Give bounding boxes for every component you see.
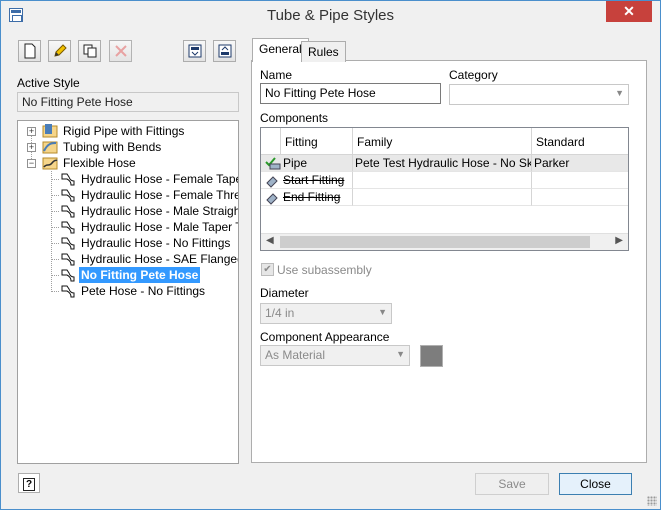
tree-style-label: Pete Hose - No Fittings [81, 284, 206, 298]
flexible-hose-folder-icon [42, 157, 58, 170]
fitting-component-icon [266, 176, 278, 188]
scrollbar-thumb[interactable] [280, 236, 590, 248]
help-button[interactable]: ? [18, 473, 40, 493]
scroll-right-arrow-icon[interactable]: ▶ [615, 235, 623, 246]
active-style-field: No Fitting Pete Hose [17, 92, 239, 112]
components-label: Components [260, 111, 329, 125]
hose-style-icon [61, 221, 75, 234]
copy-icon [83, 44, 96, 58]
tree-style-label: Hydraulic Hose - Male Straight Th [81, 204, 238, 218]
tree-style-label: Hydraulic Hose - SAE Flanged Co [81, 252, 238, 266]
chevron-down-icon: ▼ [615, 88, 624, 98]
new-style-button[interactable] [18, 40, 41, 62]
components-horizontal-scrollbar[interactable]: ◀ ▶ [261, 233, 628, 250]
pencil-icon [53, 44, 67, 57]
hose-style-icon [61, 253, 75, 266]
table-row-start-fitting[interactable]: Start Fitting [261, 172, 353, 189]
hose-style-icon [61, 205, 75, 218]
column-header-standard[interactable]: Standard [532, 128, 628, 155]
standard-cell[interactable] [532, 189, 628, 206]
component-appearance-label: Component Appearance [260, 330, 390, 344]
tree-style-label: No Fitting Pete Hose [79, 267, 201, 283]
style-tree[interactable]: + Rigid Pipe with Fittings + Tubing with… [17, 120, 239, 464]
copy-style-button[interactable] [78, 40, 101, 62]
tab-rules[interactable]: Rules [301, 41, 346, 62]
tubing-folder-icon [42, 141, 58, 154]
style-name-field[interactable]: No Fitting Pete Hose [260, 83, 441, 104]
scroll-left-arrow-icon[interactable]: ◀ [266, 235, 274, 246]
window-title: Tube & Pipe Styles [266, 7, 394, 24]
help-icon: ? [23, 478, 35, 491]
fitting-cell: End Fitting [283, 190, 341, 204]
tree-category-label: Rigid Pipe with Fittings [63, 124, 185, 138]
delete-x-icon [114, 45, 127, 57]
tree-category-label: Tubing with Bends [63, 140, 162, 154]
tree-style-label: Hydraulic Hose - No Fittings [81, 236, 231, 250]
column-header-family[interactable]: Family [353, 128, 532, 155]
save-button[interactable]: Save [475, 473, 549, 495]
name-label: Name [260, 68, 293, 82]
new-document-icon [24, 43, 35, 59]
collapse-flexible-hose-toggle[interactable]: − [27, 159, 36, 168]
import-icon [188, 44, 201, 58]
standard-cell[interactable] [532, 172, 628, 189]
import-style-button[interactable] [183, 40, 206, 62]
fitting-cell: Pipe [283, 156, 308, 170]
family-cell[interactable] [353, 172, 532, 189]
delete-style-button[interactable] [109, 40, 132, 62]
tree-category-label: Flexible Hose [63, 156, 136, 170]
diameter-select[interactable]: 1/4 in ▼ [260, 303, 392, 324]
table-row-end-fitting[interactable]: End Fitting [261, 189, 353, 206]
diameter-label: Diameter [260, 286, 309, 300]
pipe-component-icon [265, 157, 281, 170]
component-appearance-value: As Material [265, 348, 326, 362]
tree-style-label: Hydraulic Hose - Male Taper Thre [81, 220, 238, 234]
diameter-value: 1/4 in [265, 306, 295, 320]
use-subassembly-label: Use subassembly [277, 263, 372, 277]
active-style-label: Active Style [17, 76, 80, 90]
chevron-down-icon: ▼ [378, 307, 387, 317]
edit-style-button[interactable] [48, 40, 71, 62]
hose-style-icon [61, 269, 75, 282]
standard-cell[interactable]: Parker [532, 155, 628, 172]
grid-corner-header [261, 128, 281, 155]
expand-rigid-pipe-toggle[interactable]: + [27, 127, 36, 136]
hose-style-icon [61, 237, 75, 250]
category-label: Category [449, 68, 498, 82]
tree-style-label: Hydraulic Hose - Female Taper Th [81, 172, 238, 186]
window-close-button[interactable]: ✕ [606, 1, 652, 22]
component-appearance-select[interactable]: As Material ▼ [260, 345, 410, 366]
fitting-cell: Start Fitting [283, 173, 345, 187]
family-cell[interactable]: Pete Test Hydraulic Hose - No Skive [353, 155, 532, 172]
fitting-component-icon [266, 193, 278, 205]
resize-grip[interactable] [647, 496, 657, 506]
expand-tubing-toggle[interactable]: + [27, 143, 36, 152]
tube-pipe-styles-dialog: Tube & Pipe Styles ✕ Active Style No Fit… [0, 0, 661, 510]
column-header-fitting[interactable]: Fitting [281, 128, 353, 155]
close-button[interactable]: Close [559, 473, 632, 495]
components-grid[interactable]: Fitting Family Standard Pipe Pete Test H… [260, 127, 629, 251]
category-select[interactable]: ▼ [449, 84, 629, 105]
chevron-down-icon: ▼ [396, 349, 405, 359]
use-subassembly-checkbox[interactable]: ✔ [261, 263, 274, 276]
export-icon [218, 44, 231, 58]
title-bar: Tube & Pipe Styles ✕ [1, 1, 660, 31]
rigid-pipe-folder-icon [42, 124, 58, 138]
family-cell[interactable] [353, 189, 532, 206]
hose-style-icon [61, 189, 75, 202]
export-style-button[interactable] [213, 40, 236, 62]
table-row-pipe-fitting[interactable]: Pipe [261, 155, 353, 172]
hose-style-icon [61, 285, 75, 298]
hose-style-icon [61, 173, 75, 186]
tree-style-label: Hydraulic Hose - Female Thread [81, 188, 239, 202]
appearance-color-swatch[interactable] [420, 345, 443, 367]
